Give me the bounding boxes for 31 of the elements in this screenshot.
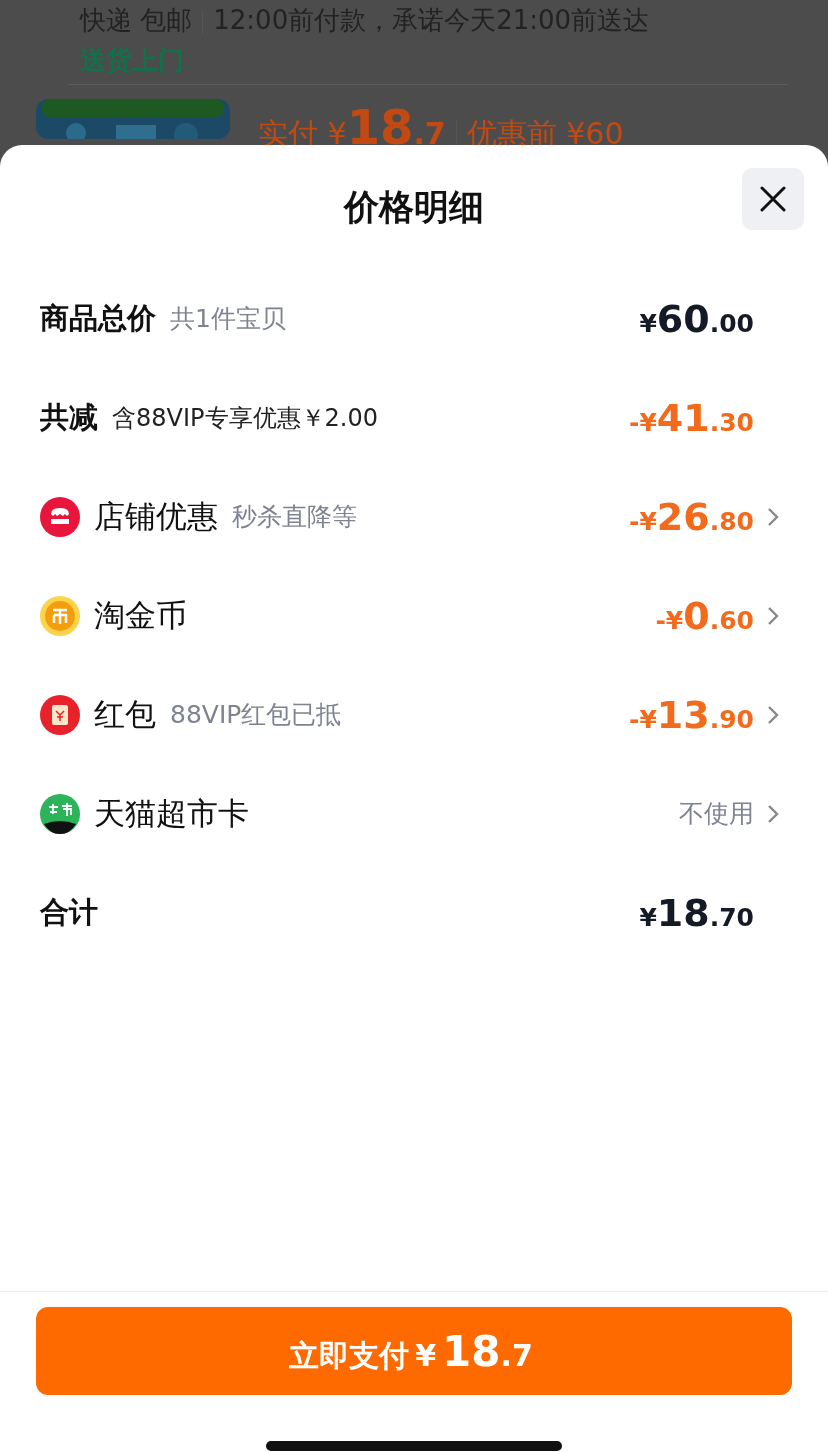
- row-note: 共1件宝贝: [170, 303, 286, 335]
- amount: -¥26.80: [629, 494, 754, 539]
- row-note: 含88VIP专享优惠￥2.00: [112, 402, 378, 434]
- row-label: 共减: [40, 398, 98, 436]
- delivery-highlight: 送货上门: [80, 44, 184, 77]
- row-value: 不使用: [679, 798, 754, 830]
- supermarket-card-icon: [40, 793, 80, 834]
- shop-icon: [40, 496, 80, 537]
- coin-icon: [40, 595, 80, 636]
- chevron-icon[interactable]: [766, 505, 780, 528]
- pay-button[interactable]: 立即支付 ¥18.7: [36, 1307, 792, 1395]
- row-label: 红包: [94, 694, 156, 734]
- amount: -¥41.30: [629, 395, 754, 440]
- close-icon: [759, 185, 787, 213]
- amount: ¥60.00: [639, 296, 754, 341]
- amount: -¥0.60: [655, 593, 754, 638]
- sheet-title: 价格明细: [344, 185, 484, 229]
- row-label: 店铺优惠: [94, 496, 218, 536]
- close-button[interactable]: [742, 168, 804, 230]
- amount: ¥18.70: [639, 890, 754, 935]
- row-label: 淘金币: [94, 595, 187, 635]
- envelope-icon: [40, 694, 80, 735]
- row-label: 商品总价: [40, 299, 156, 337]
- chevron-icon[interactable]: [766, 802, 780, 825]
- amount: -¥13.90: [629, 692, 754, 737]
- chevron-icon[interactable]: [766, 703, 780, 726]
- row-label: 合计: [40, 893, 98, 931]
- chevron-icon[interactable]: [766, 604, 780, 627]
- row-label: 天猫超市卡: [94, 793, 249, 833]
- row-note: 秒杀直降等: [232, 501, 357, 533]
- row-note: 88VIP红包已抵: [170, 699, 342, 731]
